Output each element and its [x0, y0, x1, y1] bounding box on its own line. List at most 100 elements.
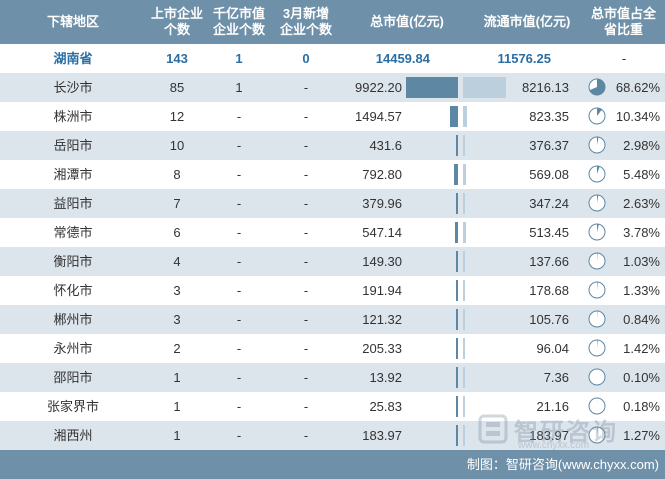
cell-listed-count: 85 — [169, 80, 185, 95]
cell-listed-count: 1 — [173, 428, 181, 443]
cell-billion-count: - — [236, 254, 242, 269]
cell-share-label: 68.62% — [615, 80, 660, 95]
float-value-bar — [463, 425, 465, 446]
cell-billion-count: - — [236, 341, 242, 356]
header-new-march: 3月新增 企业个数 — [279, 6, 332, 37]
summary-billion-count: 1 — [235, 51, 243, 66]
chyxx-logo-icon — [478, 414, 508, 444]
cell-billion-count: - — [236, 399, 242, 414]
float-value-bar — [463, 280, 465, 301]
total-value-bar — [453, 164, 458, 185]
table-row: 邵阳市 1 - - 13.92 7.36 0.10% — [0, 363, 665, 392]
table-row: 郴州市 3 - - 121.32 105.76 0.84% — [0, 305, 665, 334]
table-header: 下辖地区 上市企业 个数 千亿市值 企业个数 3月新增 企业个数 总市值(亿元)… — [0, 0, 665, 44]
cell-billion-count: - — [236, 109, 242, 124]
cell-region: 长沙市 — [53, 80, 93, 95]
share-pie-icon — [588, 368, 606, 386]
cell-total-value-label: 25.83 — [369, 399, 402, 414]
cell-region: 郴州市 — [53, 312, 93, 327]
cell-new-march: - — [303, 138, 309, 153]
summary-new-march: 0 — [302, 51, 310, 66]
cell-new-march: - — [303, 399, 309, 414]
float-value-bar — [463, 309, 465, 330]
float-value-bar — [463, 367, 465, 388]
cell-listed-count: 2 — [173, 341, 181, 356]
cell-region: 株洲市 — [53, 109, 93, 124]
cell-listed-count: 8 — [173, 167, 181, 182]
cell-total-value-label: 1494.57 — [355, 109, 402, 124]
total-value-bar — [455, 135, 458, 156]
share-pie-icon — [588, 165, 606, 183]
header-billion-count: 千亿市值 企业个数 — [212, 6, 265, 37]
share-pie-icon — [588, 310, 606, 328]
cell-region: 邵阳市 — [53, 370, 93, 385]
cell-region: 湘潭市 — [53, 167, 93, 182]
cell-float-value-label: 376.37 — [529, 138, 569, 153]
cell-float-value-label: 8216.13 — [522, 80, 569, 95]
share-pie-icon — [588, 281, 606, 299]
float-value-bar — [463, 164, 466, 185]
summary-float-value: 11576.25 — [497, 51, 551, 66]
table-row: 岳阳市 10 - - 431.6 376.37 2.98% — [0, 131, 665, 160]
share-pie-icon — [588, 339, 606, 357]
share-pie-icon — [588, 223, 606, 241]
cell-total-value-label: 205.33 — [362, 341, 402, 356]
float-value-bar — [463, 106, 468, 127]
cell-new-march: - — [303, 225, 309, 240]
header-listed-count: 上市企业 个数 — [150, 6, 203, 37]
table-row: 常德市 6 - - 547.14 513.45 3.78% — [0, 218, 665, 247]
cell-region: 张家界市 — [46, 399, 99, 414]
total-value-bar — [450, 106, 458, 127]
cell-total-value-label: 13.92 — [369, 370, 402, 385]
cell-float-value-label: 513.45 — [529, 225, 569, 240]
cell-new-march: - — [303, 428, 309, 443]
cell-total-value-label: 149.30 — [362, 254, 402, 269]
cell-share-label: 0.84% — [623, 312, 660, 327]
cell-float-value-label: 569.08 — [529, 167, 569, 182]
cell-float-value-label: 96.04 — [536, 341, 569, 356]
cell-billion-count: - — [236, 225, 242, 240]
total-value-bar — [456, 338, 458, 359]
summary-region: 湖南省 — [53, 51, 93, 66]
cell-billion-count: - — [236, 370, 242, 385]
float-value-bar — [463, 135, 465, 156]
table-row: 益阳市 7 - - 379.96 347.24 2.63% — [0, 189, 665, 218]
header-total-value: 总市值(亿元) — [370, 14, 444, 29]
total-value-bar — [406, 77, 458, 98]
cell-share-label: 2.63% — [623, 196, 660, 211]
float-value-bar — [463, 251, 465, 272]
cell-share-label: 1.03% — [623, 254, 660, 269]
float-value-bar — [463, 338, 465, 359]
cell-listed-count: 1 — [173, 399, 181, 414]
float-value-bar — [463, 193, 465, 214]
total-value-bar — [456, 367, 458, 388]
cell-listed-count: 1 — [173, 370, 181, 385]
cell-new-march: - — [303, 370, 309, 385]
cell-total-value-label: 792.80 — [362, 167, 402, 182]
cell-region: 衡阳市 — [53, 254, 93, 269]
header-float-value: 流通市值(亿元) — [483, 14, 571, 29]
cell-listed-count: 3 — [173, 312, 181, 327]
footer-bar: 制图：智研咨询(www.chyxx.com) — [0, 450, 665, 479]
cell-billion-count: - — [236, 428, 242, 443]
total-value-bar — [456, 396, 458, 417]
cell-share-label: 3.78% — [623, 225, 660, 240]
cell-region: 常德市 — [53, 225, 93, 240]
summary-listed-count: 143 — [166, 51, 188, 66]
cell-share-label: 10.34% — [615, 109, 660, 124]
float-value-bar — [463, 222, 466, 243]
cell-new-march: - — [303, 80, 309, 95]
watermark: 智研咨询 www.chyxx.com — [478, 412, 658, 452]
total-value-bar — [456, 193, 458, 214]
cell-region: 湘西州 — [53, 428, 93, 443]
cell-region: 怀化市 — [53, 283, 93, 298]
cell-listed-count: 3 — [173, 283, 181, 298]
header-share: 总市值占全 省比重 — [590, 6, 656, 37]
cell-listed-count: 6 — [173, 225, 181, 240]
summary-share: - — [621, 51, 627, 66]
cell-total-value-label: 9922.20 — [355, 80, 402, 95]
cell-total-value-label: 191.94 — [362, 283, 402, 298]
float-value-bar — [463, 77, 507, 98]
source-note: 制图：智研咨询(www.chyxx.com) — [466, 457, 659, 472]
cell-new-march: - — [303, 312, 309, 327]
